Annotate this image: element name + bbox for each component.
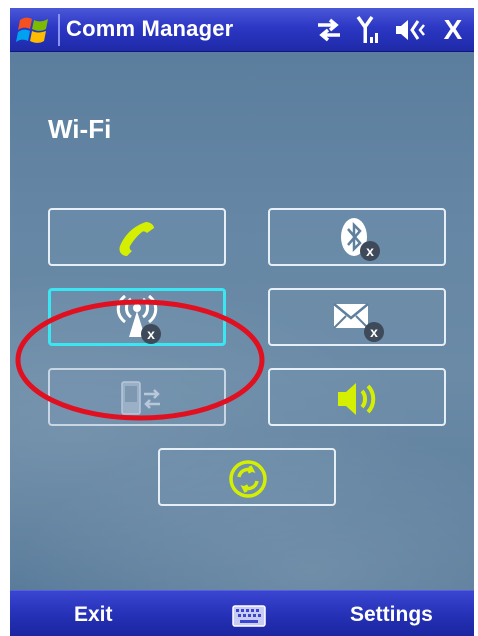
- svg-text:x: x: [366, 243, 374, 259]
- red-highlight-ellipse: [15, 299, 265, 421]
- close-button[interactable]: X: [435, 12, 471, 48]
- speaker-muted-icon[interactable]: [394, 16, 426, 44]
- svg-text:x: x: [370, 324, 378, 340]
- phone-handset-icon: [119, 222, 154, 256]
- app-title: Comm Manager: [66, 16, 234, 41]
- sync-now-button[interactable]: [158, 448, 336, 506]
- windows-start-flag-icon[interactable]: [16, 14, 52, 46]
- sync-arrows-icon: [318, 18, 340, 42]
- keyboard-icon[interactable]: [232, 605, 266, 627]
- sound-toggle[interactable]: [268, 368, 446, 426]
- signal-antenna-icon: [356, 15, 378, 43]
- phone-toggle[interactable]: [48, 208, 226, 266]
- bluetooth-icon: x: [341, 218, 380, 261]
- direct-push-toggle[interactable]: x: [268, 288, 446, 346]
- exit-softkey[interactable]: Exit: [74, 603, 113, 627]
- sync-circle-icon: [229, 460, 267, 498]
- envelope-icon: x: [333, 303, 384, 342]
- status-label: Wi-Fi: [48, 114, 112, 144]
- bluetooth-toggle[interactable]: x: [268, 208, 446, 266]
- title-bar: Comm Manager X: [10, 8, 474, 52]
- title-separator: [58, 14, 60, 46]
- speaker-sound-icon: [338, 383, 376, 415]
- settings-softkey[interactable]: Settings: [350, 603, 433, 627]
- softkey-bar: Exit Settings: [10, 590, 474, 636]
- comm-manager-panel: Wi-Fi x x x: [10, 52, 474, 590]
- device-screen: Comm Manager X Wi-Fi x x x Exit Settings: [10, 8, 474, 636]
